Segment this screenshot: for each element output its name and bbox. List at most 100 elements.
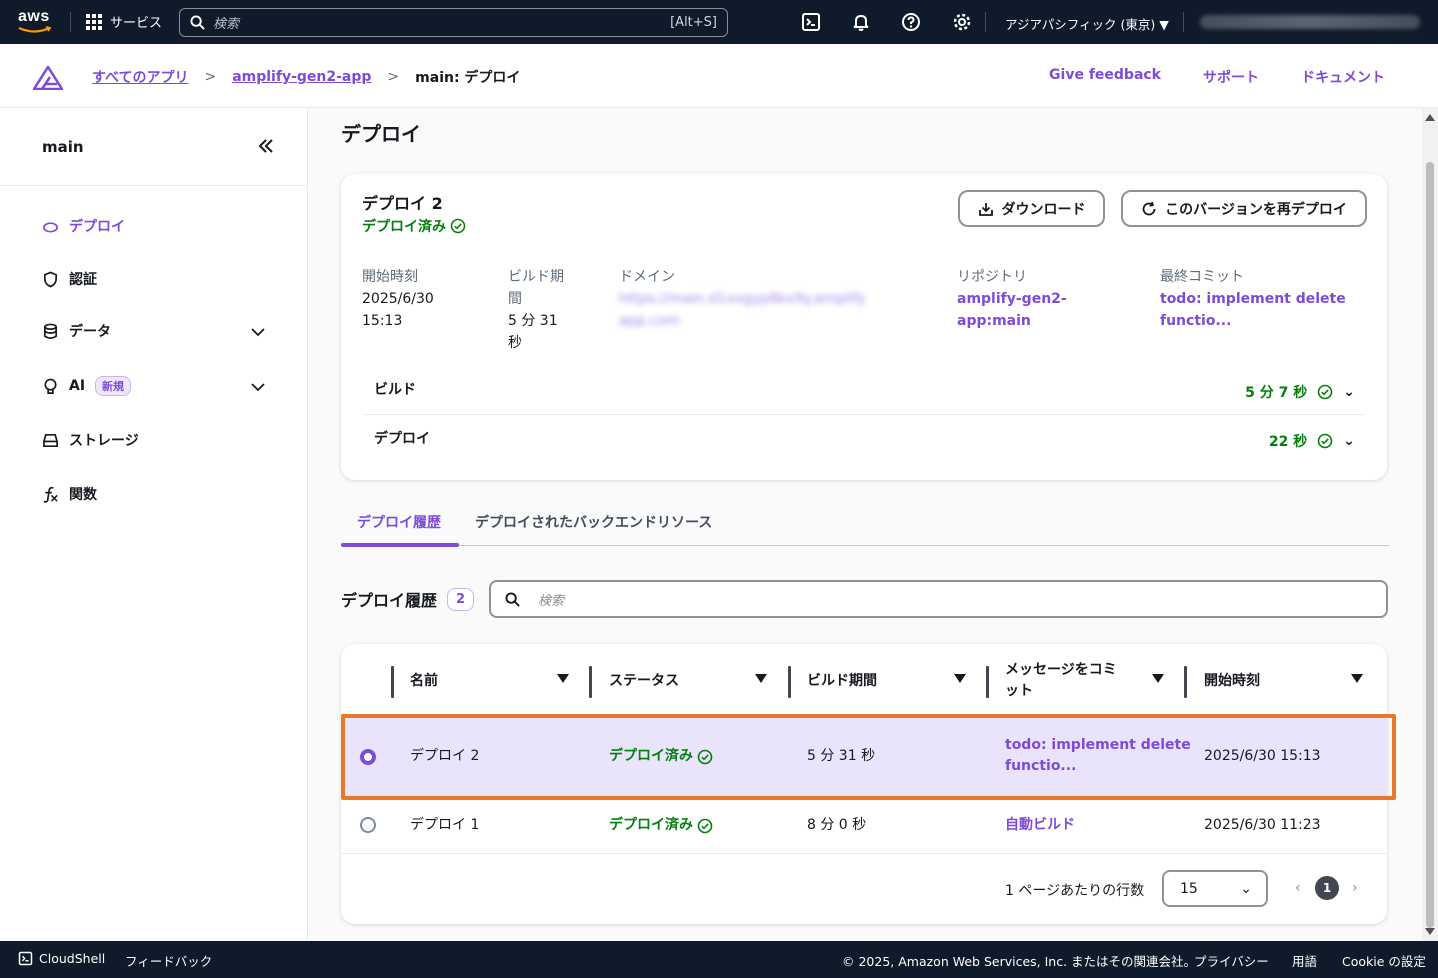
check-circle-icon <box>1317 384 1333 400</box>
support-link[interactable]: サポート <box>1203 67 1259 87</box>
amplify-logo[interactable] <box>33 66 63 90</box>
row-radio-selected[interactable] <box>360 749 376 765</box>
sidebar-item-label: 関数 <box>69 487 97 503</box>
storage-icon <box>43 433 58 447</box>
region-selector[interactable]: アジアパシフィック (東京) ▼ <box>1005 14 1169 33</box>
next-page-icon[interactable]: › <box>1352 880 1358 896</box>
table-row[interactable]: デプロイ 1 デプロイ済み 8 分 0 秒 自動ビルド 2025/6/30 11… <box>341 798 1387 854</box>
sort-icon[interactable] <box>1152 674 1164 683</box>
page-scrollbar[interactable] <box>1422 108 1438 941</box>
rows-per-page-select[interactable]: 15 ⌄ <box>1162 870 1268 907</box>
sort-icon[interactable] <box>755 674 767 683</box>
chevron-down-icon[interactable] <box>250 379 266 395</box>
tab-deploy-history[interactable]: デプロイ履歴 <box>357 512 441 532</box>
copyright-text: © 2025, Amazon Web Services, Inc. またはその関… <box>842 954 1197 969</box>
refresh-icon <box>1142 201 1156 215</box>
chevron-down-icon: ⌄ <box>1240 880 1252 897</box>
deploy-name: デプロイ 2 <box>362 194 443 213</box>
history-search-input[interactable]: 検索 <box>489 580 1388 618</box>
scroll-up-arrow[interactable] <box>1425 114 1435 121</box>
row-commit-link[interactable]: todo: implement delete functio... <box>1005 735 1191 777</box>
sidebar-item-functions[interactable]: 関数 <box>42 484 97 504</box>
feedback-link[interactable]: フィードバック <box>125 951 212 970</box>
domain-label: ドメイン <box>619 269 675 285</box>
domain-link-redacted[interactable]: https://main.d1xxgyp8kx9y.amplify <box>619 288 866 310</box>
column-header-line: メッセージをコミ <box>1005 662 1117 678</box>
build-section-status[interactable]: 5 分 7 秒 ⌄ <box>1245 382 1355 402</box>
docs-link[interactable]: ドキュメント <box>1301 67 1385 87</box>
terms-link[interactable]: 用語 <box>1292 951 1317 970</box>
tab-backend-resources[interactable]: デプロイされたバックエンドリソース <box>475 512 712 532</box>
repository-field: リポジトリ amplify-gen2- app:main <box>957 266 1067 332</box>
sidebar-item-data[interactable]: データ <box>42 321 111 341</box>
start-time-value: 15:13 <box>362 313 403 329</box>
deploy-section-label[interactable]: デプロイ <box>374 428 430 448</box>
sidebar-item-deploy[interactable]: デプロイ <box>42 216 125 236</box>
build-duration-value: 秒 <box>508 335 522 351</box>
start-time-label: 開始時刻 <box>362 269 418 285</box>
column-header-name[interactable]: 名前 <box>410 671 438 692</box>
history-title: デプロイ履歴 <box>341 591 438 610</box>
sort-icon[interactable] <box>1351 674 1363 683</box>
privacy-link[interactable]: プライバシー <box>1194 951 1269 970</box>
commit-link[interactable]: todo: implement delete <box>1160 288 1346 310</box>
sidebar-item-auth[interactable]: 認証 <box>42 269 97 289</box>
nav-separator <box>985 12 986 32</box>
tab-label: デプロイ履歴 <box>357 515 441 531</box>
build-section-label[interactable]: ビルド <box>374 379 416 399</box>
breadcrumb-current: main: デプロイ <box>415 70 521 86</box>
cookie-settings-link[interactable]: Cookie の設定 <box>1342 951 1426 970</box>
redeploy-button[interactable]: このバージョンを再デプロイ <box>1121 190 1367 227</box>
column-header-commit-message[interactable]: メッセージをコミ ット <box>1005 660 1117 702</box>
global-search-input[interactable]: 検索 [Alt+S] <box>179 8 728 37</box>
footer: CloudShell フィードバック © 2025, Amazon Web Se… <box>0 941 1438 978</box>
commit-link[interactable]: functio... <box>1160 310 1346 332</box>
deploy-section-status[interactable]: 22 秒 ⌄ <box>1269 431 1355 451</box>
previous-page-icon[interactable]: ‹ <box>1295 880 1301 896</box>
history-count-badge: 2 <box>447 587 475 611</box>
table-row[interactable]: デプロイ 2 デプロイ済み 5 分 31 秒 todo: implement d… <box>341 715 1387 798</box>
cloudshell-button[interactable]: CloudShell <box>18 951 105 966</box>
breadcrumb-all-apps[interactable]: すべてのアプリ <box>92 67 188 87</box>
breadcrumb: すべてのアプリ > amplify-gen2-app > main: デプロイ <box>92 67 520 87</box>
row-status: デプロイ済み <box>609 746 713 767</box>
row-start-time: 2025/6/30 15:13 <box>1204 748 1321 764</box>
aws-logo[interactable]: aws <box>18 8 54 36</box>
scroll-thumb[interactable] <box>1426 162 1434 928</box>
column-separator <box>589 666 592 698</box>
repository-link[interactable]: amplify-gen2- <box>957 288 1067 310</box>
sort-icon[interactable] <box>954 674 966 683</box>
sidebar-item-ai[interactable]: AI 新規 <box>42 376 132 396</box>
download-button[interactable]: ダウンロード <box>958 190 1105 227</box>
chevron-down-icon[interactable] <box>250 324 266 340</box>
redeploy-label: このバージョンを再デプロイ <box>1165 201 1347 218</box>
services-menu[interactable]: サービス <box>86 12 162 31</box>
page-number-current[interactable]: 1 <box>1315 876 1339 900</box>
download-label: ダウンロード <box>1001 201 1086 218</box>
column-header-build-duration[interactable]: ビルド期間 <box>807 671 877 692</box>
collapse-sidebar-icon[interactable] <box>256 136 276 156</box>
deploy-time: 22 秒 <box>1268 434 1308 450</box>
sidebar-divider <box>0 185 308 186</box>
account-menu-redacted[interactable] <box>1200 15 1420 29</box>
repository-link[interactable]: app:main <box>957 310 1067 332</box>
breadcrumb-app[interactable]: amplify-gen2-app <box>232 69 371 85</box>
gear-icon[interactable] <box>952 12 972 32</box>
column-separator <box>986 666 989 698</box>
row-commit-link[interactable]: 自動ビルド <box>1005 815 1075 836</box>
give-feedback-link[interactable]: Give feedback <box>1049 67 1161 87</box>
main-content: デプロイ デプロイ 2 デプロイ済み ダウンロード このバージョンを再デプロイ … <box>309 108 1422 941</box>
column-header-start-time[interactable]: 開始時刻 <box>1204 671 1260 692</box>
row-name: デプロイ 2 <box>410 748 480 764</box>
rows-per-page-label: 1 ページあたりの行数 <box>1005 883 1145 899</box>
sidebar-item-storage[interactable]: ストレージ <box>42 430 139 450</box>
domain-link-redacted[interactable]: app.com <box>619 310 866 332</box>
help-icon[interactable] <box>901 12 921 32</box>
scroll-down-arrow[interactable] <box>1425 928 1435 935</box>
column-header-status[interactable]: ステータス <box>609 671 679 692</box>
divider <box>362 414 1366 415</box>
sort-icon[interactable] <box>557 674 569 683</box>
row-radio[interactable] <box>360 817 376 833</box>
cloudshell-icon[interactable] <box>801 12 821 32</box>
bell-icon[interactable] <box>851 12 871 32</box>
